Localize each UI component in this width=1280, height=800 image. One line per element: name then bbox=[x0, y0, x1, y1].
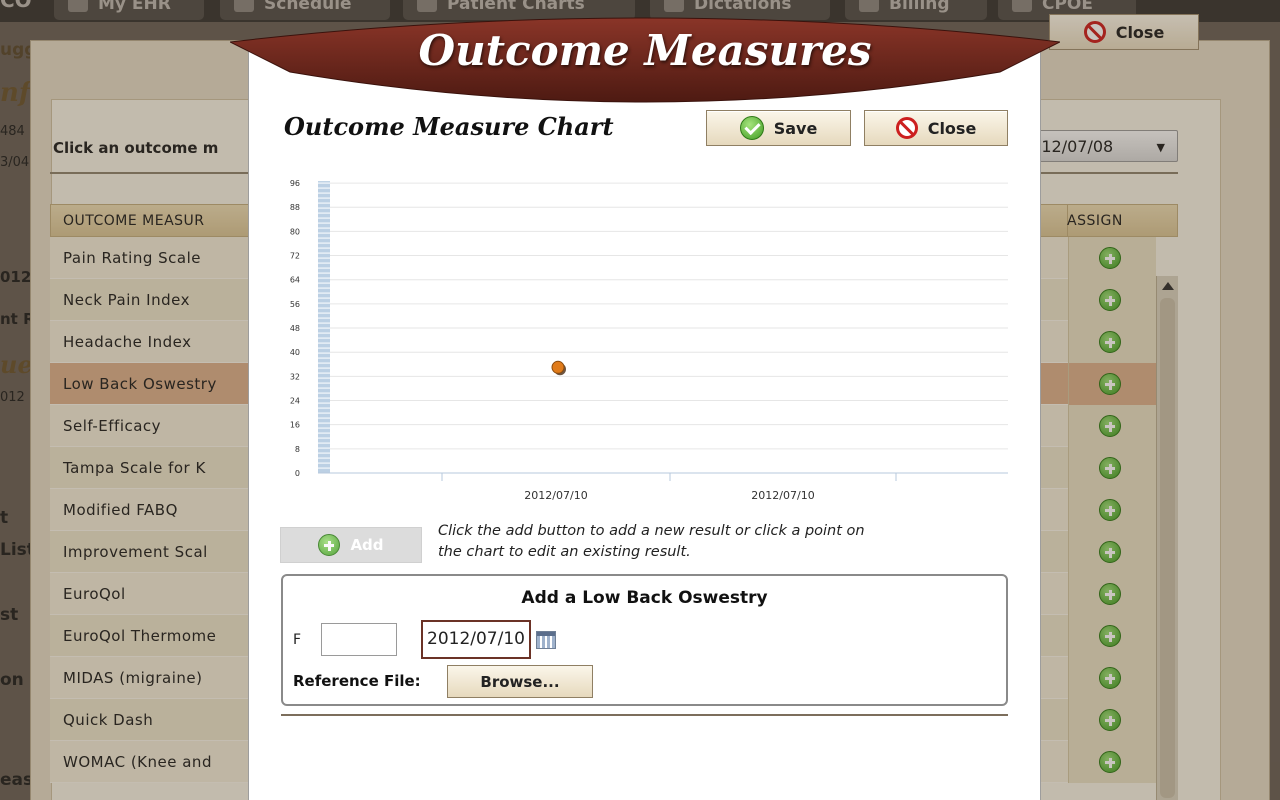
x-tick-label: 2012/07/10 bbox=[751, 489, 814, 502]
y-tick-label: 24 bbox=[290, 397, 300, 406]
y-tick-label: 32 bbox=[290, 372, 300, 381]
y-tick-label: 88 bbox=[290, 203, 300, 212]
browse-button[interactable]: Browse... bbox=[447, 665, 593, 698]
save-button[interactable]: Save bbox=[706, 110, 851, 146]
y-tick-label: 56 bbox=[290, 300, 300, 309]
x-tick-label: 2012/07/10 bbox=[524, 489, 587, 502]
data-point[interactable] bbox=[551, 360, 565, 374]
chart-title: Outcome Measure Chart bbox=[284, 112, 614, 141]
close-button[interactable]: Close bbox=[864, 110, 1008, 146]
add-button[interactable]: Add bbox=[280, 527, 422, 563]
y-tick-label: 64 bbox=[290, 276, 300, 285]
outcome-chart[interactable]: 0 8 16 24 32 40 48 56 64 72 80 88 96 2012/07/10 2012/0… bbox=[280, 165, 1010, 510]
y-axis-band bbox=[318, 181, 330, 473]
reference-file-label: Reference File: bbox=[293, 672, 421, 690]
y-tick-label: 48 bbox=[290, 324, 300, 333]
y-tick-label: 0 bbox=[295, 469, 300, 478]
score-label: F bbox=[293, 632, 302, 648]
checkmark-icon bbox=[739, 116, 764, 140]
y-tick-label: 72 bbox=[290, 252, 300, 261]
dialog-title: Outcome Measures bbox=[418, 26, 872, 75]
calendar-icon[interactable] bbox=[536, 631, 556, 649]
score-input[interactable] bbox=[321, 623, 397, 656]
date-input[interactable]: 2012/07/10 bbox=[421, 620, 531, 659]
divider bbox=[281, 714, 1008, 716]
form-title: Add a Low Back Oswestry bbox=[521, 588, 768, 608]
y-tick-label: 80 bbox=[290, 227, 300, 236]
y-tick-label: 40 bbox=[290, 348, 300, 357]
y-tick-label: 96 bbox=[290, 179, 300, 188]
add-result-form: Add a Low Back Oswestry F 2012/07/10 Ref… bbox=[281, 574, 1008, 706]
y-tick-label: 16 bbox=[290, 421, 300, 430]
chart-hint: Click the add button to add a new result… bbox=[438, 523, 865, 560]
plus-icon bbox=[318, 534, 341, 556]
no-sign-icon bbox=[895, 117, 918, 139]
y-tick-label: 8 bbox=[295, 445, 300, 454]
